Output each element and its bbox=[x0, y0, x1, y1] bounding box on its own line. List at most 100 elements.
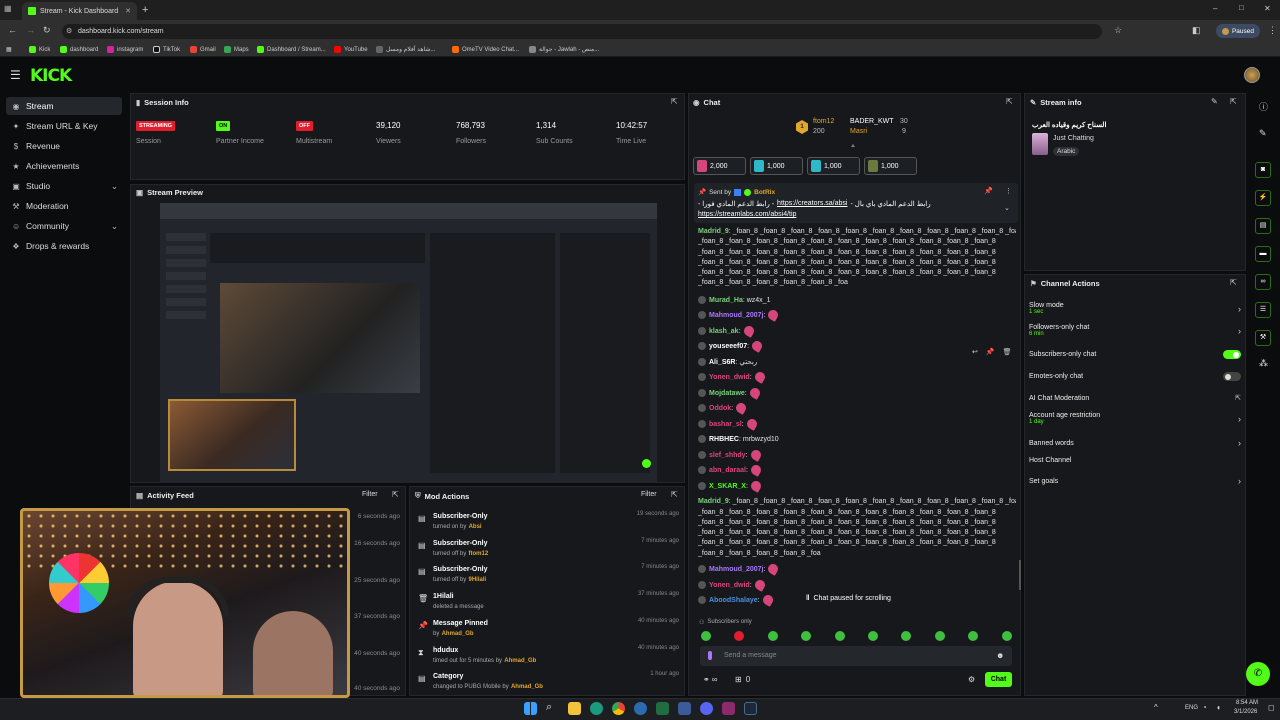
chat-send-button[interactable]: Chat bbox=[985, 672, 1012, 687]
rail-document-icon[interactable]: ▤ bbox=[1255, 218, 1271, 234]
reply-icon[interactable]: ↩ bbox=[972, 348, 978, 356]
leaderboard-expand-icon[interactable]: ⩡ bbox=[851, 143, 855, 151]
mod-action-user[interactable]: Ahmad_Gb bbox=[504, 658, 536, 664]
new-tab-button[interactable]: + bbox=[142, 4, 148, 16]
chat-username[interactable]: AboodShalaye bbox=[709, 597, 758, 604]
chat-message[interactable]: Oddok: bbox=[698, 401, 1016, 417]
chrome-icon[interactable] bbox=[612, 702, 625, 715]
chat-username[interactable]: Ali_S6R bbox=[709, 359, 735, 366]
tray-date[interactable]: 3/1/2026 bbox=[1234, 709, 1257, 715]
bookmark-kick[interactable]: Kick bbox=[29, 44, 50, 55]
chat-username[interactable]: Mahmoud_2007j bbox=[709, 566, 763, 573]
chat-username[interactable]: X_SKAR_X bbox=[709, 483, 746, 490]
mod-action-user[interactable]: Ahmad_Gb bbox=[511, 684, 543, 690]
chevron-right-icon[interactable]: › bbox=[1238, 438, 1241, 448]
profile-paused-button[interactable]: Paused bbox=[1216, 24, 1260, 38]
rail-camera-icon[interactable]: ◙ bbox=[1255, 162, 1271, 178]
chat-message[interactable]: Mahmoud_2007j: bbox=[698, 562, 1016, 578]
gift-goal-card[interactable]: 2,000 bbox=[693, 157, 746, 175]
pinned-link-2[interactable]: https://streamlabs.com/absi4/tip bbox=[698, 211, 796, 218]
chat-username[interactable]: Madrid_9 bbox=[698, 228, 729, 235]
channel-actions-popout-icon[interactable]: ⇱ bbox=[1230, 278, 1237, 287]
chat-username[interactable]: Oddok bbox=[709, 405, 731, 412]
channel-action-followers-only-chat[interactable]: Followers-only chat 6 min › bbox=[1029, 324, 1241, 337]
chevron-right-icon[interactable]: › bbox=[1238, 326, 1241, 336]
gift-goal-card[interactable]: 1,000 bbox=[750, 157, 803, 175]
chat-username[interactable]: Madrid_9 bbox=[698, 498, 729, 505]
activity-filter-button[interactable]: Filter bbox=[362, 491, 378, 498]
chat-message[interactable]: bashar_sl: bbox=[698, 417, 1016, 433]
bookmark-youtube[interactable]: YouTube bbox=[334, 44, 368, 55]
window-minimize-button[interactable]: – bbox=[1213, 4, 1217, 13]
tray-time[interactable]: 8:54 AM bbox=[1236, 700, 1258, 706]
stream-category[interactable]: Just Chatting bbox=[1053, 135, 1094, 142]
chat-username[interactable]: RHBHEC bbox=[709, 436, 739, 443]
chat-username[interactable]: bashar_sl bbox=[709, 421, 742, 428]
mod-filter-button[interactable]: Filter bbox=[641, 491, 657, 498]
kick-logo[interactable]: KICK bbox=[30, 66, 72, 86]
chat-username[interactable]: Murad_Ha bbox=[709, 297, 743, 304]
browser-tab[interactable]: Stream - Kick Dashboard ✕ bbox=[22, 2, 137, 20]
chat-points-counter[interactable]: ⊞ 0 bbox=[735, 675, 750, 684]
sidebar-item-community[interactable]: ☺ Community ⌄ bbox=[6, 217, 122, 235]
bookmark-jawlah[interactable]: جوالة - Jawlah - منص... bbox=[529, 44, 599, 55]
chat-message[interactable]: Mahmoud_2007j: bbox=[698, 308, 1016, 324]
gift-goal-card[interactable]: 1,000 bbox=[864, 157, 917, 175]
quick-emote-icon[interactable] bbox=[834, 631, 845, 641]
sidebar-item-drops-rewards[interactable]: ❖ Drops & rewards bbox=[6, 237, 122, 255]
quick-emote-icon[interactable] bbox=[701, 631, 711, 641]
taskbar-search-icon[interactable]: ⌕ bbox=[546, 701, 552, 714]
mod-action-user[interactable]: Absi bbox=[469, 524, 482, 530]
pinned-unpin-icon[interactable]: 📌 bbox=[984, 187, 993, 195]
external-link-icon[interactable]: ⇱ bbox=[1235, 394, 1241, 402]
pinned-more-icon[interactable]: ⋮ bbox=[1005, 187, 1012, 195]
chat-input[interactable]: Send a message ☻ bbox=[700, 646, 1012, 666]
channel-action-account-age-restriction[interactable]: Account age restriction 1 day › bbox=[1029, 412, 1241, 425]
delete-message-icon[interactable]: 🗑 bbox=[1003, 348, 1012, 356]
chat-username[interactable]: abn_daraal bbox=[709, 467, 746, 474]
channel-action-set-goals[interactable]: Set goals › bbox=[1029, 476, 1241, 486]
sidebar-item-studio[interactable]: ▣ Studio ⌄ bbox=[6, 177, 122, 195]
chat-username[interactable]: slef_shhdy bbox=[709, 452, 746, 459]
channel-action-subscribers-only-chat[interactable]: Subscribers-only chat bbox=[1029, 350, 1241, 359]
quick-emote-icon[interactable] bbox=[1001, 631, 1012, 641]
window-maximize-button[interactable]: □ bbox=[1239, 3, 1244, 12]
bookmark-movies[interactable]: شاهد أفلام ومسل... bbox=[376, 44, 435, 55]
back-icon[interactable]: ← bbox=[8, 25, 17, 35]
app-icon-gray[interactable] bbox=[678, 702, 691, 715]
sidebar-item-achievements[interactable]: ★ Achievements bbox=[6, 157, 122, 175]
stream-preview-video[interactable] bbox=[160, 203, 657, 483]
leader-3-name[interactable]: Masri bbox=[850, 128, 867, 135]
rail-list-icon[interactable]: ☰ bbox=[1255, 302, 1271, 318]
file-explorer-icon[interactable] bbox=[568, 702, 581, 715]
excel-icon[interactable] bbox=[656, 702, 669, 715]
chat-username[interactable]: Mahmoud_2007j bbox=[709, 312, 763, 319]
bookmark-dashboard[interactable]: dashboard bbox=[60, 44, 98, 55]
bookmark-tiktok[interactable]: TikTok bbox=[153, 44, 180, 55]
apps-icon[interactable]: ▦ bbox=[6, 44, 12, 55]
chevron-right-icon[interactable]: › bbox=[1238, 304, 1241, 314]
window-close-button[interactable]: ✕ bbox=[1264, 4, 1271, 13]
app-icon-purple[interactable] bbox=[722, 702, 735, 715]
channel-action-ai-chat-moderation[interactable]: AI Chat Moderation ⇱ bbox=[1029, 394, 1241, 403]
chat-message[interactable]: abn_daraal: bbox=[698, 463, 1016, 479]
chat-message[interactable]: Murad_Ha: wz4x_1 bbox=[698, 293, 1016, 309]
leader-1-name[interactable]: ftom12 bbox=[813, 118, 834, 125]
toggle-switch[interactable] bbox=[1223, 372, 1241, 381]
quick-emote-icon[interactable] bbox=[934, 631, 945, 641]
channel-action-slow-mode[interactable]: Slow mode 1 sec › bbox=[1029, 302, 1241, 315]
bookmark-star-icon[interactable]: ☆ bbox=[1114, 25, 1122, 36]
discord-icon[interactable] bbox=[700, 702, 713, 715]
chat-message[interactable]: Yonen_dwid: bbox=[698, 577, 1016, 594]
chat-popout-icon[interactable]: ⇱ bbox=[1006, 97, 1013, 106]
channel-action-banned-words[interactable]: Banned words › bbox=[1029, 438, 1241, 448]
edge-icon[interactable] bbox=[590, 702, 603, 715]
forward-icon[interactable]: → bbox=[26, 25, 35, 35]
hamburger-menu-icon[interactable]: ☰ bbox=[10, 68, 21, 82]
chat-paused-banner[interactable]: ‖ Chat paused for scrolling bbox=[806, 595, 891, 602]
rail-more-icon[interactable]: ⁂ bbox=[1259, 358, 1268, 369]
chat-message[interactable]: Madrid_9: _foan_8 _foan_8 _foan_8 _foan_… bbox=[698, 227, 1016, 237]
chat-mic-icon[interactable] bbox=[708, 651, 712, 660]
app-icon-blue[interactable] bbox=[634, 702, 647, 715]
quick-emote-icon[interactable] bbox=[767, 631, 778, 641]
